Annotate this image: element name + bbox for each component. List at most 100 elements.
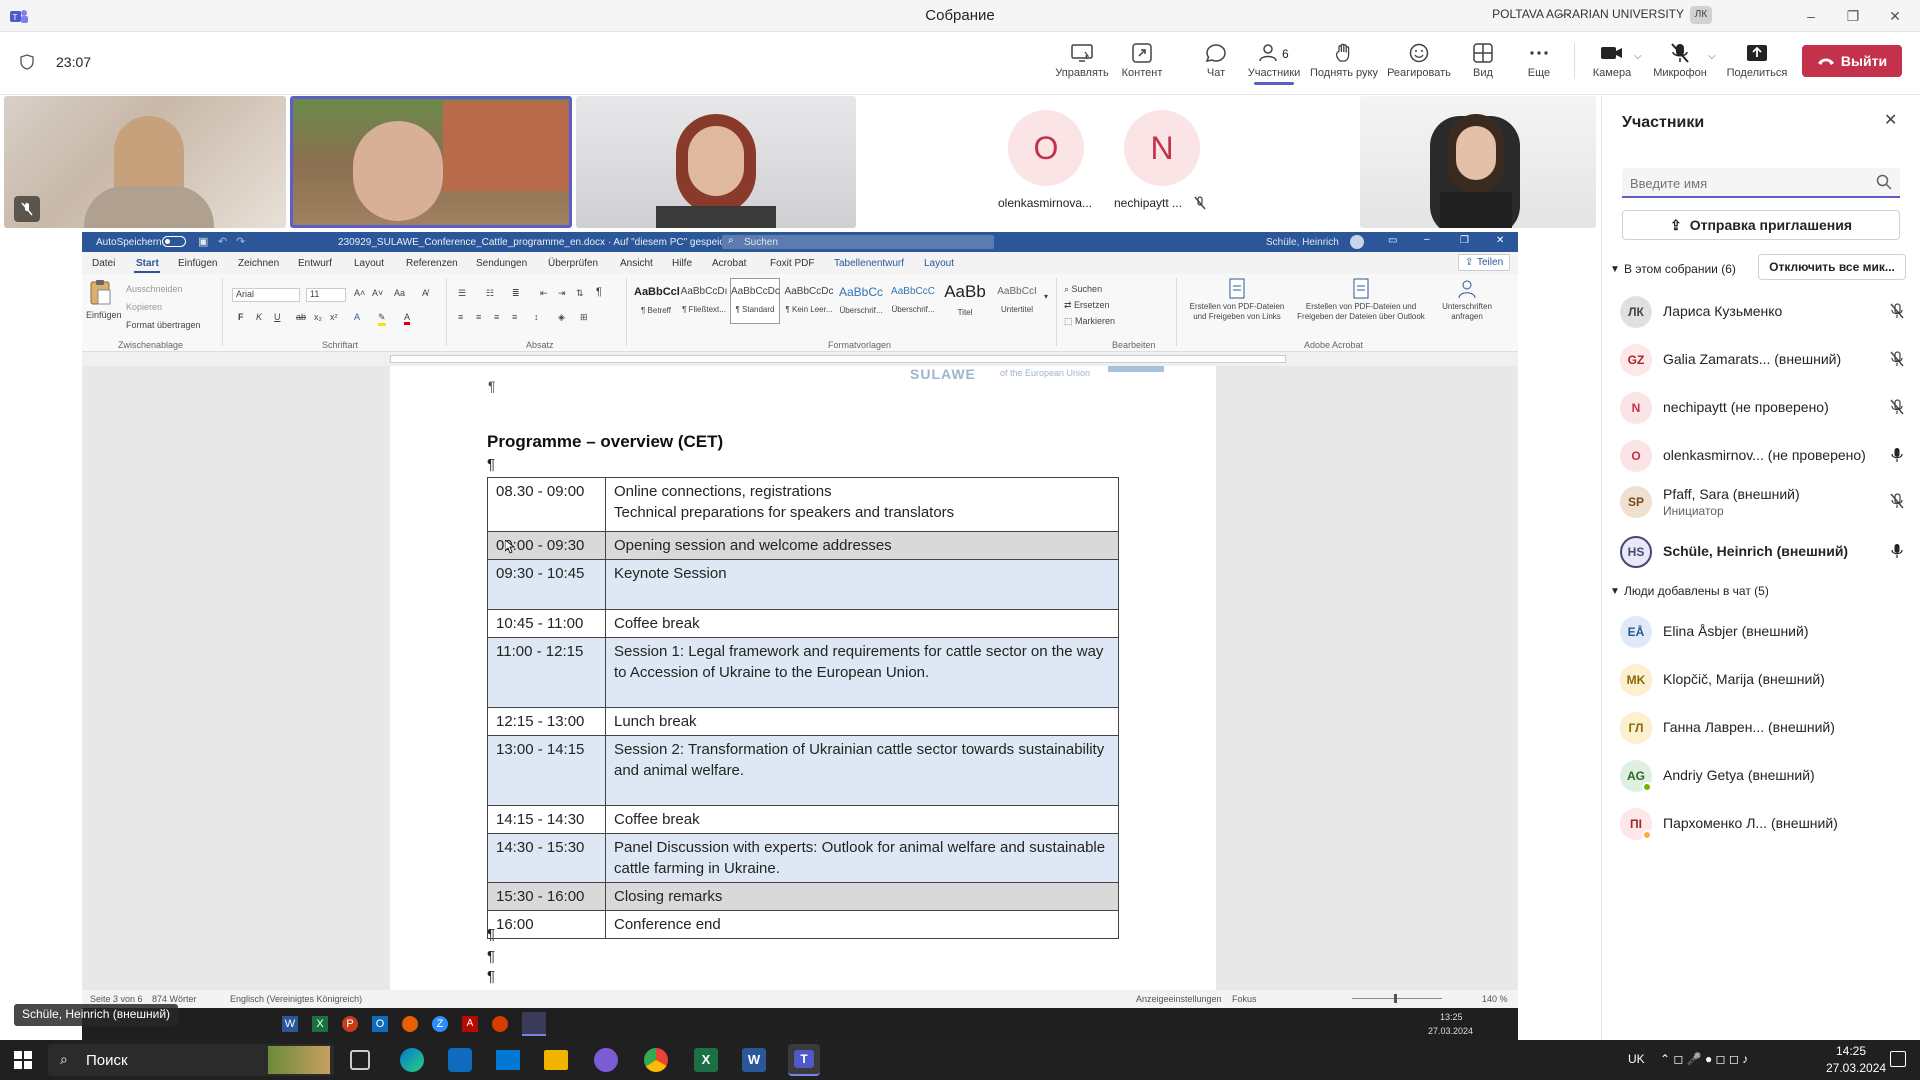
collapse-chevron-icon[interactable]: ▼ [1610, 264, 1620, 275]
word-app-icon[interactable]: W [742, 1048, 766, 1072]
shading-icon[interactable]: ◈ [558, 312, 565, 323]
participant-avatar-o[interactable]: O [1008, 110, 1084, 186]
participant-row[interactable]: N nechipaytt (не проверено) [1620, 388, 1910, 428]
italic-icon[interactable]: K [256, 312, 262, 322]
request-signatures-button[interactable]: Unterschriften anfragen [1432, 278, 1502, 336]
subscript-icon[interactable]: x₂ [314, 312, 322, 322]
font-color-icon[interactable]: A [404, 312, 411, 325]
table-row[interactable]: 15:30 - 16:00 Closing remarks [487, 882, 1119, 911]
session-cell[interactable]: Session 1: Legal framework and requireme… [605, 637, 1119, 708]
minimize-button[interactable]: – [1796, 5, 1826, 27]
time-cell[interactable]: 08.30 - 09:00 [487, 477, 606, 532]
increase-indent-icon[interactable]: ⇥ [558, 288, 566, 299]
undo-icon[interactable]: ↶ [218, 235, 227, 248]
video-tile-participant-1[interactable] [4, 96, 286, 228]
mic-on-icon[interactable] [1890, 447, 1904, 463]
style-ueberschrift-2[interactable]: AaBbCcC Überschrif... [888, 280, 938, 324]
chat-button[interactable]: Чат [1196, 43, 1236, 79]
decrease-indent-icon[interactable]: ⇤ [540, 288, 548, 299]
paste-button[interactable]: Einfügen [86, 278, 122, 322]
tab-ueberpruefen[interactable]: Überprüfen [548, 258, 598, 269]
change-case-icon[interactable]: Aa [394, 288, 405, 298]
style-ueberschrift-1[interactable]: AaBbCc Überschrif... [836, 280, 886, 324]
align-center-icon[interactable]: ≡ [476, 312, 481, 322]
strikethrough-icon[interactable]: ab [296, 312, 306, 322]
table-row[interactable]: 09:00 - 09:30 Opening session and welcom… [487, 531, 1119, 560]
sort-icon[interactable]: ⇅ [576, 288, 584, 299]
table-row[interactable]: 08.30 - 09:00 Online connections, regist… [487, 477, 1119, 532]
video-tile-active-speaker[interactable] [290, 96, 572, 228]
tab-referenzen[interactable]: Referenzen [406, 258, 458, 269]
zoom-slider[interactable] [1352, 998, 1442, 999]
windows-start-icon[interactable] [14, 1051, 32, 1069]
highlight-icon[interactable]: ✎ [378, 312, 386, 326]
mic-on-icon[interactable] [1890, 543, 1904, 559]
chat-person-row[interactable]: ГЛ Ганна Лаврен... (внешний) [1620, 708, 1910, 748]
underline-icon[interactable]: U [274, 312, 281, 322]
tab-layout[interactable]: Layout [354, 258, 384, 269]
leave-button[interactable]: Выйти [1802, 45, 1902, 77]
close-window-button[interactable]: ✕ [1880, 5, 1910, 27]
show-formatting-icon[interactable]: ¶ [596, 286, 602, 298]
style-standard[interactable]: AaBbCcDc ¶ Standard [730, 278, 780, 324]
styles-scroll-icon[interactable]: ▾ [1044, 292, 1048, 301]
document-filename[interactable]: 230929_SULAWE_Conference_Cattle_programm… [338, 237, 742, 248]
focus-mode[interactable]: Fokus [1232, 994, 1257, 1004]
cut-button[interactable]: Ausschneiden [126, 284, 183, 294]
session-cell[interactable]: Online connections, registrations Technic… [605, 477, 1119, 532]
tab-start[interactable]: Start [136, 258, 159, 269]
mute-all-button[interactable]: Отключить все мик... [1758, 254, 1906, 280]
react-button[interactable]: Реагировать [1384, 43, 1454, 79]
restore-button[interactable]: ❐ [1838, 5, 1868, 27]
in-meeting-header[interactable]: В этом собрании (6) [1624, 262, 1736, 276]
session-cell[interactable]: Panel Discussion with experts: Outlook f… [605, 833, 1119, 883]
mic-off-icon[interactable] [1890, 399, 1904, 415]
line-spacing-icon[interactable]: ↕ [534, 312, 539, 322]
task-view-icon[interactable] [350, 1050, 370, 1070]
tab-ansicht[interactable]: Ansicht [620, 258, 653, 269]
style-fliesstext[interactable]: AaBbCcDı ¶ Fließtext... [680, 280, 728, 324]
store-app-icon[interactable] [448, 1048, 472, 1072]
shrink-font-icon[interactable]: A˅ [372, 288, 383, 298]
time-cell[interactable]: 09:30 - 10:45 [487, 559, 606, 610]
tab-table-layout[interactable]: Layout [924, 258, 954, 269]
session-cell[interactable]: Lunch break [605, 707, 1119, 736]
camera-button[interactable]: Камера [1590, 43, 1634, 79]
clock-time[interactable]: 14:25 [1836, 1044, 1866, 1058]
clear-format-icon[interactable]: A̸ [422, 288, 428, 298]
session-cell[interactable]: Session 2: Transformation of Ukrainian c… [605, 735, 1119, 806]
tab-entwurf[interactable]: Entwurf [298, 258, 332, 269]
clock-date[interactable]: 27.03.2024 [1826, 1061, 1886, 1075]
zoom-level[interactable]: 140 % [1482, 994, 1508, 1004]
close-panel-icon[interactable]: ✕ [1884, 110, 1897, 130]
microphone-button[interactable]: Микрофон [1652, 43, 1708, 79]
borders-icon[interactable]: ⊞ [580, 312, 588, 323]
time-cell[interactable]: 11:00 - 12:15 [487, 637, 606, 708]
notification-icon[interactable] [1890, 1051, 1906, 1067]
file-explorer-icon[interactable] [544, 1050, 568, 1070]
redo-icon[interactable]: ↷ [236, 235, 245, 248]
ribbon-display-icon[interactable]: ▭ [1388, 235, 1397, 246]
tab-einfuegen[interactable]: Einfügen [178, 258, 217, 269]
autosave-toggle[interactable] [162, 236, 186, 247]
session-cell[interactable]: Keynote Session [605, 559, 1119, 610]
share-button[interactable]: Поделиться [1726, 43, 1788, 79]
chat-person-row[interactable]: MK Klopčič, Marija (внешний) [1620, 660, 1910, 700]
word-count[interactable]: 874 Wörter [152, 994, 197, 1004]
table-row[interactable]: 13:00 - 14:15 Session 2: Transformation … [487, 735, 1119, 806]
chat-person-row[interactable]: EÅ Elina Åsbjer (внешний) [1620, 612, 1910, 652]
viber-app-icon[interactable] [594, 1048, 618, 1072]
teilen-button[interactable]: ⇪ Teilen [1458, 254, 1510, 271]
tab-foxit-pdf[interactable]: Foxit PDF [770, 258, 814, 269]
tab-hilfe[interactable]: Hilfe [672, 258, 692, 269]
text-effects-icon[interactable]: A [354, 312, 360, 322]
excel-app-icon[interactable]: X [694, 1048, 718, 1072]
camera-options-chevron-icon[interactable]: ⌵ [1634, 51, 1642, 62]
session-cell[interactable]: Opening session and welcome addresses [605, 531, 1119, 560]
style-betreff[interactable]: AaBbCcl ¶ Betreff [634, 280, 680, 324]
font-size-select[interactable]: 11 [306, 288, 346, 302]
time-cell[interactable]: 16:00 [487, 910, 606, 939]
session-cell[interactable]: Coffee break [605, 609, 1119, 638]
find-button[interactable]: ⌕ Suchen [1064, 284, 1102, 295]
time-cell[interactable]: 12:15 - 13:00 [487, 707, 606, 736]
